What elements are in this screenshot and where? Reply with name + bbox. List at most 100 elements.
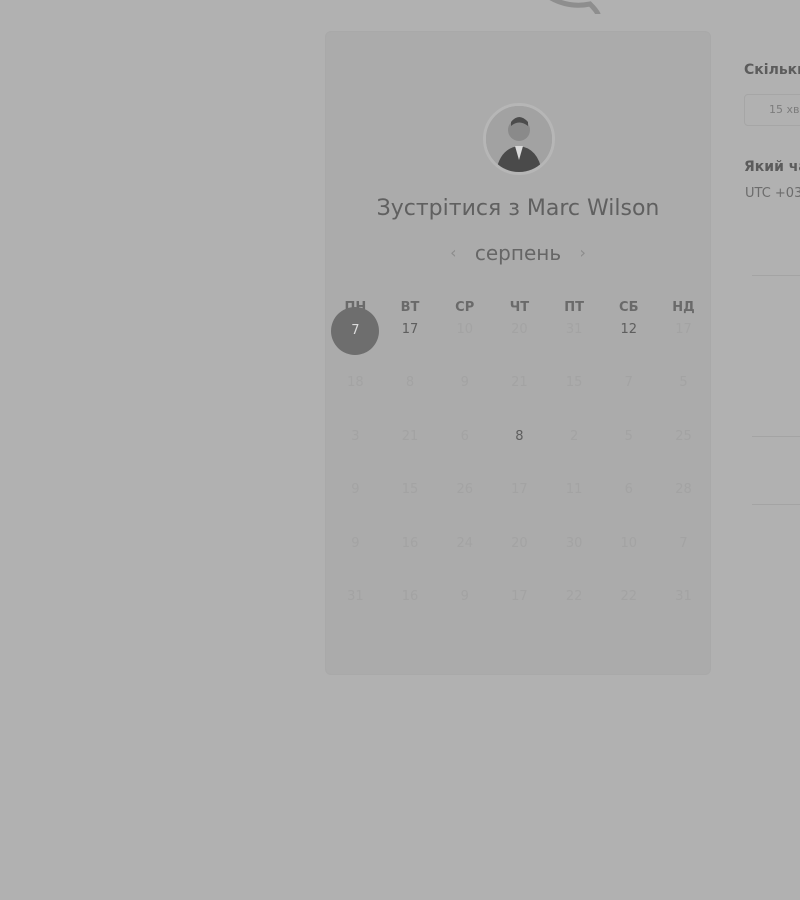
day-number: 6 <box>624 482 633 498</box>
calendar-day: 17 <box>656 322 711 375</box>
day-number: 7 <box>331 307 380 355</box>
calendar-day: 10 <box>437 322 492 375</box>
day-number: 6 <box>460 428 469 444</box>
day-number: 20 <box>511 535 528 551</box>
calendar-day: 3 <box>328 429 383 482</box>
calendar-day: 8 <box>383 375 438 428</box>
calendar-day: 21 <box>383 429 438 482</box>
day-number: 16 <box>401 535 419 551</box>
calendar-day: 25 <box>656 429 711 482</box>
day-number: 22 <box>565 588 583 604</box>
calendar-day: 9 <box>328 536 383 589</box>
weekday-label: ЧТ <box>509 300 530 315</box>
day-number: 9 <box>460 375 469 391</box>
day-number: 9 <box>351 482 360 498</box>
day-number: 21 <box>401 428 419 444</box>
day-number: 17 <box>511 588 528 604</box>
day-number: 2 <box>569 428 579 444</box>
day-number: 31 <box>675 588 692 604</box>
calendar-day: 22 <box>547 589 602 642</box>
calendar-day-selected[interactable]: 7 <box>328 307 383 375</box>
day-number: 10 <box>620 535 638 551</box>
calendar-day: 7 <box>601 375 656 428</box>
month-label: серпень <box>474 241 562 265</box>
day-number: 31 <box>347 588 364 604</box>
calendar-day: 26 <box>437 482 492 535</box>
calendar-day: 7 <box>656 536 711 589</box>
day-number: 10 <box>456 322 473 337</box>
calendar-day: 21 <box>492 375 547 428</box>
calendar-day: 16 <box>383 536 438 589</box>
calendar-day: 17 <box>492 482 547 535</box>
calendar-day: 22 <box>601 589 656 642</box>
day-number: 12 <box>620 322 638 337</box>
calendar-day: 10 <box>601 536 656 589</box>
day-number: 21 <box>511 375 528 391</box>
day-number: 24 <box>456 535 473 551</box>
day-number: 7 <box>679 535 688 551</box>
day-number: 22 <box>620 588 638 604</box>
timezone-text[interactable]: UTC +03 <box>745 186 800 201</box>
day-number: 9 <box>460 588 469 604</box>
calendar-day: 5 <box>656 375 711 428</box>
calendar-day: 6 <box>601 482 656 535</box>
calendar-day: 31 <box>328 589 383 642</box>
day-number: 8 <box>405 375 415 391</box>
divider <box>752 436 800 437</box>
day-number: 30 <box>565 535 583 551</box>
calendar-day[interactable]: 8 <box>492 429 547 482</box>
day-number: 16 <box>401 588 419 604</box>
day-number: 26 <box>456 482 473 498</box>
calendar-day: 20 <box>492 536 547 589</box>
calendar-day: 30 <box>547 536 602 589</box>
divider <box>752 504 800 505</box>
booking-card: Зустрітися з Marc Wilson ‹ серпень › ПН … <box>325 31 711 675</box>
day-number: 15 <box>401 482 419 498</box>
details-panel: Скільки 15 хв Який ча UTC +03 <box>712 31 800 675</box>
calendar-day: 11 <box>547 482 602 535</box>
day-number: 15 <box>565 375 583 391</box>
booking-title: Зустрітися з Marc Wilson <box>376 196 660 221</box>
day-number: 31 <box>565 322 583 337</box>
calendar-day: 24 <box>437 536 492 589</box>
month-navigation: ‹ серпень › <box>326 241 710 265</box>
day-number: 17 <box>401 322 419 337</box>
prev-month-button[interactable]: ‹ <box>438 243 468 262</box>
calendar-day: 16 <box>383 589 438 642</box>
day-number: 5 <box>624 428 633 444</box>
calendar-day: 20 <box>492 322 547 375</box>
day-number: 20 <box>511 322 528 337</box>
day-number: 9 <box>351 535 360 551</box>
calendar-day: 9 <box>328 482 383 535</box>
host-avatar <box>483 103 555 175</box>
calendar-day[interactable]: 17 <box>383 322 438 375</box>
calendar-day: 6 <box>437 429 492 482</box>
duration-label: Скільки <box>744 62 800 78</box>
calendar-day: 28 <box>656 482 711 535</box>
day-number: 8 <box>515 428 524 444</box>
calendar-day: 31 <box>656 589 711 642</box>
calendar-day[interactable]: 12 <box>601 322 656 375</box>
weekday-label: ПТ <box>564 300 584 315</box>
duration-select[interactable]: 15 хв <box>744 94 800 126</box>
day-number: 7 <box>624 375 633 391</box>
divider <box>752 275 800 276</box>
day-number: 5 <box>679 375 688 391</box>
calendar-days-grid: 7 17 10 20 31 12 17 18 8 9 21 15 7 5 3 21 6 8 2 5 25 9 15 26 17 1… <box>328 307 711 642</box>
weekday-label: ВТ <box>400 300 420 315</box>
calendar-day: 5 <box>601 429 656 482</box>
time-label: Який ча <box>744 159 800 175</box>
next-month-button[interactable]: › <box>567 243 597 262</box>
calendar-day: 15 <box>547 375 602 428</box>
logo-shape-icon <box>549 0 601 14</box>
day-number: 28 <box>675 482 692 498</box>
calendar-day: 9 <box>437 589 492 642</box>
day-number: 11 <box>565 482 583 498</box>
calendar-day: 17 <box>492 589 547 642</box>
weekday-label: СБ <box>619 300 639 315</box>
person-avatar-icon <box>486 106 552 172</box>
logo <box>0 0 800 30</box>
calendar-day: 15 <box>383 482 438 535</box>
calendar-day: 31 <box>547 322 602 375</box>
day-number: 17 <box>675 322 692 337</box>
